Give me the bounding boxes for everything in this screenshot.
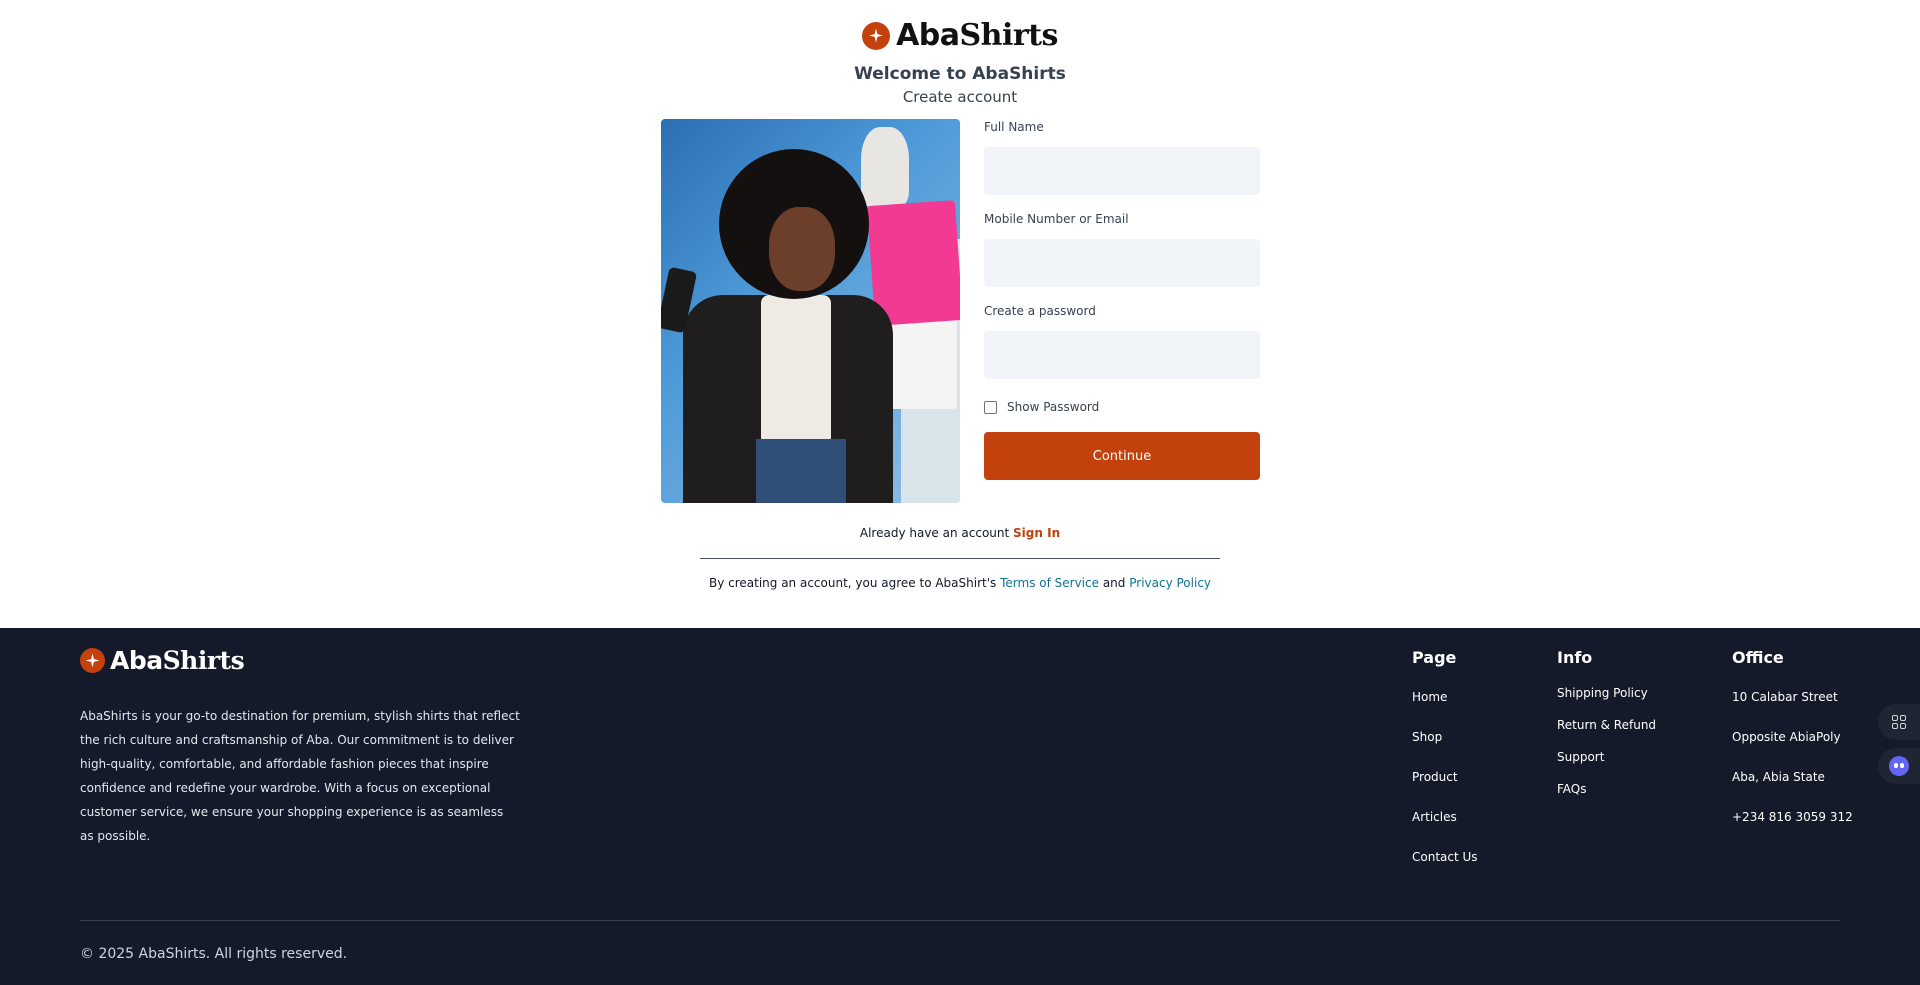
full-name-label: Full Name	[984, 120, 1044, 134]
password-label: Create a password	[984, 304, 1096, 318]
signup-form: Full Name Mobile Number or Email Create …	[984, 119, 1260, 480]
signin-prompt-text: Already have an account	[859, 526, 1010, 540]
site-logo[interactable]: AbaShirts	[0, 18, 1920, 53]
apps-widget-button[interactable]	[1878, 704, 1920, 740]
hero-image	[661, 119, 960, 503]
footer-office-heading: Office	[1732, 648, 1784, 667]
assistant-widget-button[interactable]	[1878, 748, 1920, 784]
site-footer: AbaShirts AbaShirts is your go-to destin…	[0, 628, 1920, 985]
full-name-input[interactable]	[984, 147, 1260, 195]
footer-office-column: Office 10 Calabar Street Opposite AbiaPo…	[1732, 648, 1853, 849]
divider	[700, 558, 1220, 559]
continue-button[interactable]: Continue	[984, 432, 1260, 480]
terms-notice: By creating an account, you agree to Aba…	[0, 576, 1920, 590]
terms-and: and	[1102, 576, 1126, 590]
footer-link-refund[interactable]: Return & Refund	[1557, 717, 1656, 749]
footer-link-support[interactable]: Support	[1557, 749, 1656, 781]
footer-link-articles[interactable]: Articles	[1412, 809, 1478, 849]
footer-link-product[interactable]: Product	[1412, 769, 1478, 809]
show-password-checkbox[interactable]	[984, 400, 997, 414]
office-address-line: 10 Calabar Street	[1732, 690, 1838, 704]
footer-divider	[80, 920, 1840, 921]
password-input[interactable]	[984, 331, 1260, 379]
signin-link[interactable]: Sign In	[1013, 526, 1060, 540]
contact-label: Mobile Number or Email	[984, 212, 1129, 226]
footer-logo-wordmark: AbaShirts	[110, 646, 245, 675]
copyright-text: © 2025 AbaShirts. All rights reserved.	[80, 946, 348, 962]
footer-page-column: Page Home Shop Product Articles Contact …	[1412, 648, 1478, 889]
footer-info-column: Info Shipping Policy Return & Refund Sup…	[1557, 648, 1656, 813]
footer-logo[interactable]: AbaShirts	[80, 646, 245, 675]
office-address-line: Opposite AbiaPoly	[1732, 730, 1841, 744]
office-phone: +234 816 3059 312	[1732, 810, 1853, 824]
signin-prompt: Already have an account Sign In	[0, 526, 1920, 540]
apps-grid-icon	[1892, 715, 1906, 729]
page-subtitle: Create account	[902, 88, 1018, 106]
show-password-label[interactable]: Show Password	[1007, 400, 1099, 414]
show-password-row: Show Password	[984, 395, 1260, 419]
footer-link-shop[interactable]: Shop	[1412, 729, 1478, 769]
footer-link-faqs[interactable]: FAQs	[1557, 781, 1656, 813]
footer-about-text: AbaShirts is your go-to destination for …	[80, 709, 520, 843]
footer-link-home[interactable]: Home	[1412, 689, 1478, 729]
footer-info-heading: Info	[1557, 648, 1593, 667]
terms-of-service-link[interactable]: Terms of Service	[1000, 576, 1099, 590]
footer-page-heading: Page	[1412, 648, 1457, 667]
contact-input[interactable]	[984, 239, 1260, 287]
office-address-line: Aba, Abia State	[1732, 770, 1825, 784]
chatbot-icon	[1889, 756, 1909, 776]
page-title: Welcome to AbaShirts	[854, 64, 1066, 84]
footer-link-shipping[interactable]: Shipping Policy	[1557, 685, 1656, 717]
logo-star-icon	[862, 21, 891, 50]
logo-star-icon	[80, 648, 105, 673]
terms-prefix: By creating an account, you agree to Aba…	[708, 576, 997, 590]
footer-link-contact[interactable]: Contact Us	[1412, 849, 1478, 889]
privacy-policy-link[interactable]: Privacy Policy	[1129, 576, 1211, 590]
logo-wordmark: AbaShirts	[896, 18, 1058, 53]
